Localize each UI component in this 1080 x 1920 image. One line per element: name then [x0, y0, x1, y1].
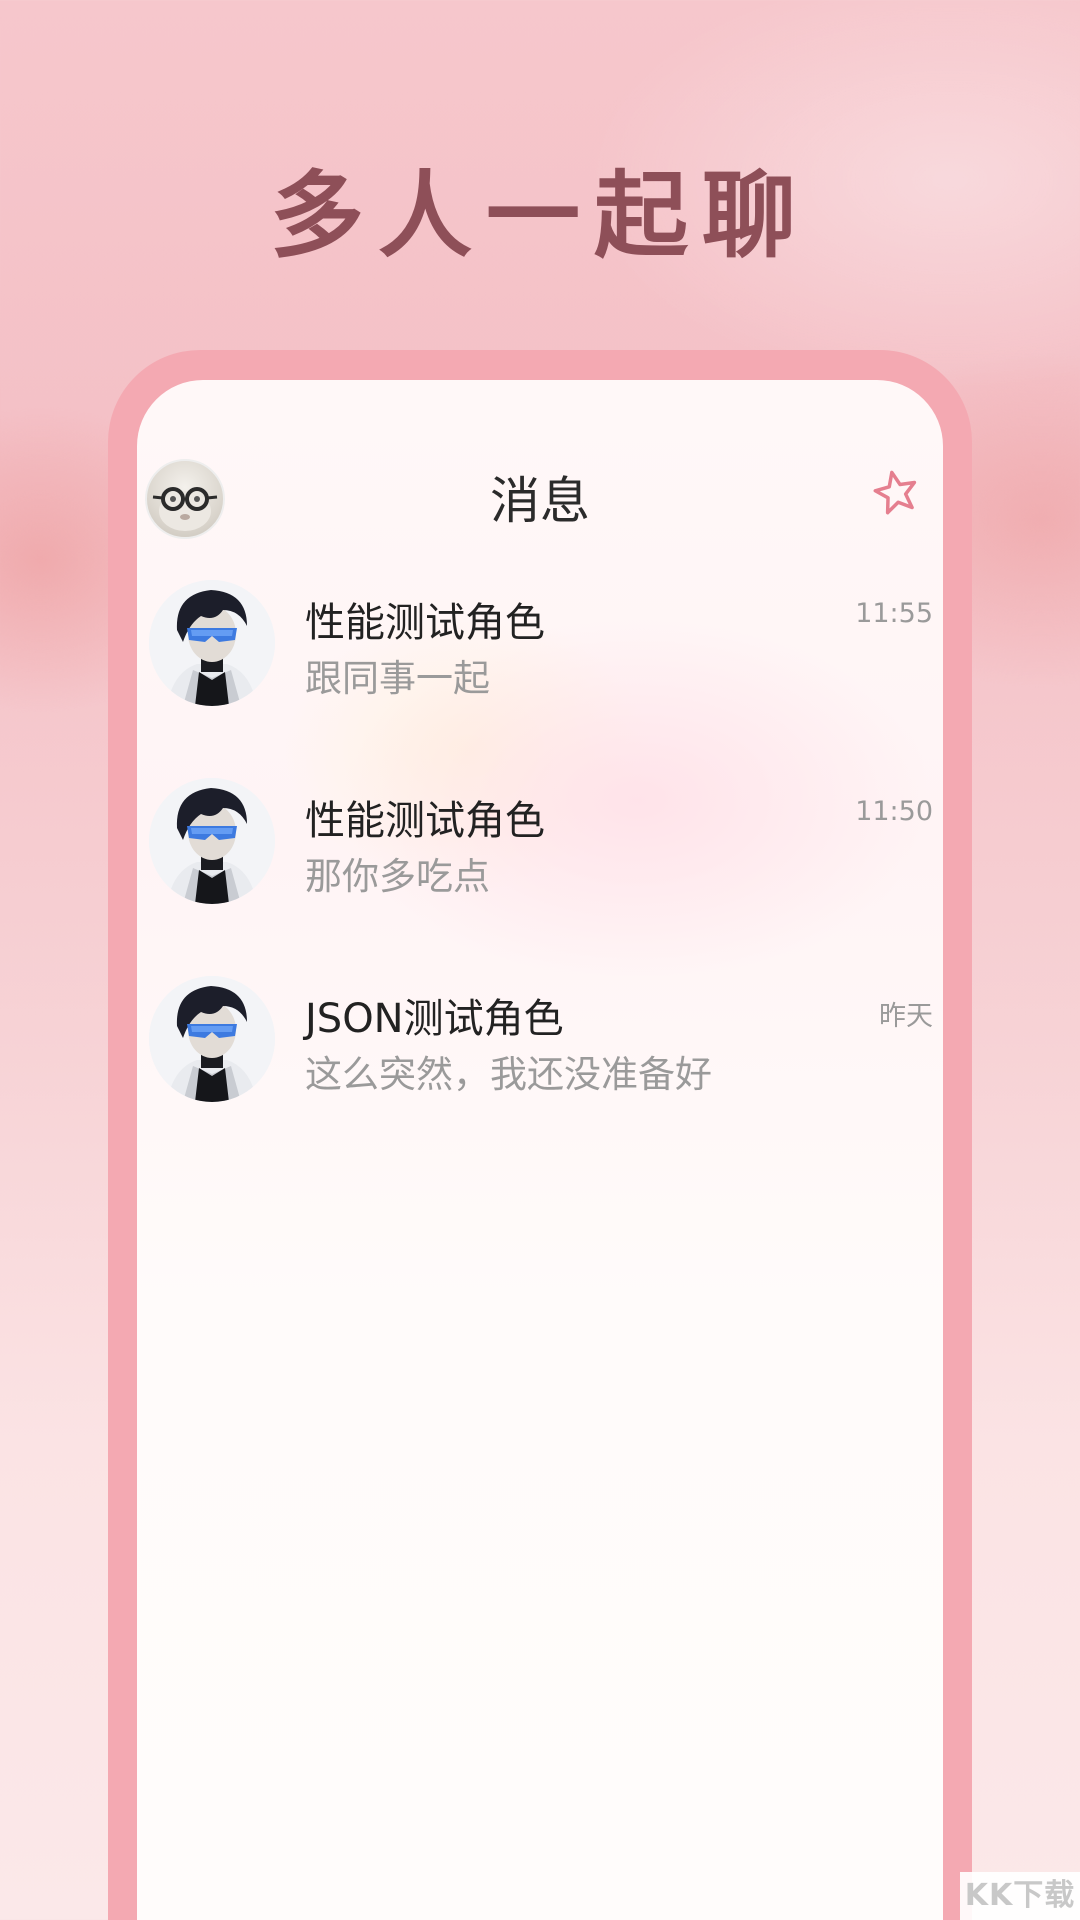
chat-list-item[interactable]: 性能测试角色 跟同事一起 11:55 — [137, 580, 943, 778]
chat-time: 昨天 — [879, 1001, 933, 1032]
chat-time: 11:55 — [855, 598, 933, 629]
star-icon[interactable] — [871, 467, 921, 517]
chat-name: JSON测试角色 — [305, 996, 564, 1042]
phone-screen: 消息 性能测试角色 跟同事一起 11:55 性能测试角色 那你多吃点 11:50… — [137, 380, 943, 1920]
chat-list: 性能测试角色 跟同事一起 11:55 性能测试角色 那你多吃点 11:50 JS… — [137, 580, 943, 1174]
character-avatar — [149, 976, 275, 1102]
page-title: 消息 — [490, 472, 590, 530]
character-avatar — [149, 778, 275, 904]
chat-preview: 那你多吃点 — [305, 855, 490, 898]
character-avatar — [149, 580, 275, 706]
chat-list-item[interactable]: JSON测试角色 这么突然，我还没准备好 昨天 — [137, 976, 943, 1174]
promo-headline: 多人一起聊 — [269, 161, 810, 271]
chat-name: 性能测试角色 — [305, 798, 545, 844]
chat-name: 性能测试角色 — [305, 600, 545, 646]
watermark-logo: KK下载 — [960, 1872, 1080, 1920]
nav-bar: 消息 — [137, 445, 943, 545]
chat-list-item[interactable]: 性能测试角色 那你多吃点 11:50 — [137, 778, 943, 976]
chat-preview: 这么突然，我还没准备好 — [305, 1053, 712, 1096]
chat-preview: 跟同事一起 — [305, 657, 490, 700]
chat-time: 11:50 — [855, 796, 933, 827]
